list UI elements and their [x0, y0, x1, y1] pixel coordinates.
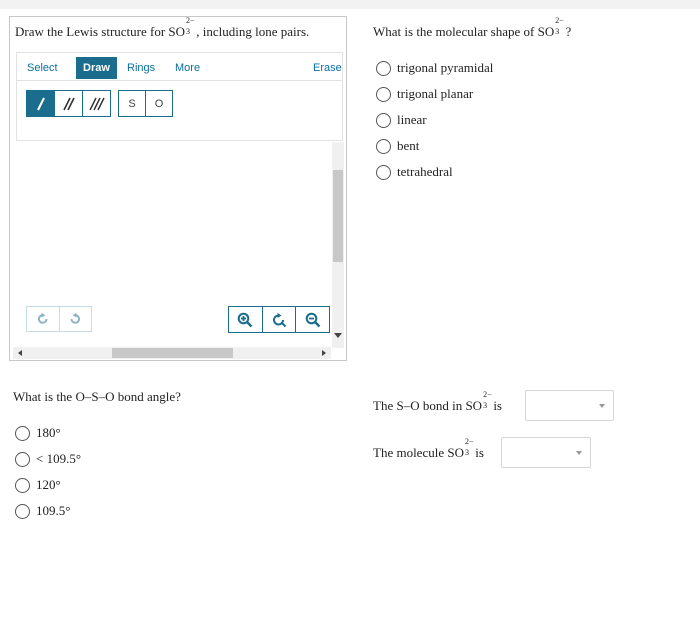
prompt-text-end: is [493, 398, 502, 413]
option-label: bent [397, 138, 420, 153]
scroll-left-arrow-icon[interactable] [18, 350, 22, 356]
redo-button[interactable] [60, 307, 92, 331]
atom-o-button[interactable]: O [146, 91, 172, 116]
erase-button[interactable]: Erase [306, 57, 349, 79]
shape-question-prompt: What is the molecular shape of SO 2− 3 ? [373, 17, 572, 40]
double-bond-button[interactable] [55, 91, 83, 116]
prompt-text: The molecule SO [373, 445, 464, 460]
radio-button[interactable] [376, 138, 391, 154]
formula-charge: 2− 3 [464, 438, 474, 457]
zoom-in-button[interactable] [229, 307, 263, 332]
tab-draw[interactable]: Draw [76, 57, 117, 79]
radio-button[interactable] [376, 112, 391, 128]
prompt-text-end: , including lone pairs. [196, 24, 310, 39]
prompt-text: Draw the Lewis structure for SO [15, 24, 186, 39]
option-label: < 109.5° [36, 451, 82, 466]
atom-tools: S O [118, 90, 173, 117]
angle-option-120[interactable]: 120° [15, 472, 81, 498]
horizontal-scroll-thumb[interactable] [112, 348, 233, 358]
bond-statement-prompt: The S–O bond in SO 2− 3 is [373, 391, 502, 414]
reset-zoom-button[interactable] [263, 307, 297, 332]
radio-button[interactable] [15, 477, 30, 493]
molecule-statement-prompt: The molecule SO 2− 3 is [373, 438, 484, 461]
triple-bond-icon [88, 97, 105, 110]
radio-button[interactable] [376, 60, 391, 76]
undo-redo-group [26, 306, 92, 332]
zoom-out-icon [305, 312, 321, 327]
undo-icon [37, 312, 48, 324]
redo-icon [70, 312, 81, 324]
tab-more[interactable]: More [168, 57, 207, 79]
superscript: 2− [555, 16, 564, 25]
shape-option-trigonal-planar[interactable]: trigonal planar [376, 81, 493, 107]
superscript: 2− [483, 390, 492, 399]
angle-question-prompt: What is the O–S–O bond angle? [13, 389, 181, 404]
single-bond-icon [36, 97, 45, 110]
radio-button[interactable] [15, 451, 30, 467]
triple-bond-button[interactable] [83, 91, 110, 116]
tab-rings[interactable]: Rings [120, 57, 162, 79]
superscript: 2− [464, 437, 474, 446]
radio-button[interactable] [376, 164, 391, 180]
option-label: trigonal planar [397, 86, 474, 101]
chevron-down-icon [576, 451, 582, 455]
prompt-text-end: is [475, 445, 484, 460]
radio-button[interactable] [15, 503, 30, 519]
option-label: tetrahedral [397, 164, 453, 179]
angle-option-less-109-5[interactable]: < 109.5° [15, 446, 81, 472]
prompt-text: What is the molecular shape of SO [373, 24, 555, 39]
scroll-down-arrow-icon[interactable] [334, 333, 342, 338]
atom-s-button[interactable]: S [119, 91, 146, 116]
zoom-controls [228, 306, 330, 333]
superscript: 2− [186, 16, 195, 25]
prompt-text-end: ? [565, 24, 572, 39]
toolbar-tabs: Select Draw Rings More Erase [17, 53, 342, 81]
prompt-text: The S–O bond in SO [373, 398, 483, 413]
radio-button[interactable] [376, 86, 391, 102]
formula-charge: 2− 3 [554, 17, 564, 36]
option-label: trigonal pyramidal [397, 60, 494, 75]
angle-option-180[interactable]: 180° [15, 420, 81, 446]
angle-options: 180° < 109.5° 120° 109.5° [15, 420, 81, 524]
undo-button[interactable] [27, 307, 60, 331]
bond-type-dropdown[interactable] [525, 390, 614, 421]
formula-charge: 2− 3 [185, 17, 195, 36]
vertical-scroll-thumb[interactable] [333, 170, 343, 262]
draw-question-prompt: Draw the Lewis structure for SO 2− 3 , inc… [15, 17, 310, 40]
subscript: 3 [186, 27, 191, 36]
drawing-toolbar: Select Draw Rings More Erase S O [16, 52, 343, 141]
top-bar [0, 0, 700, 9]
scroll-right-arrow-icon[interactable] [322, 350, 326, 356]
vertical-scrollbar[interactable] [332, 142, 344, 348]
double-bond-icon [62, 97, 75, 110]
reset-zoom-icon [273, 312, 287, 327]
zoom-in-icon [238, 312, 253, 327]
angle-option-109-5[interactable]: 109.5° [15, 498, 81, 524]
shape-options: trigonal pyramidal trigonal planar linea… [376, 55, 493, 185]
subscript: 3 [555, 27, 560, 36]
shape-option-bent[interactable]: bent [376, 133, 493, 159]
lewis-drawing-panel: Draw the Lewis structure for SO 2− 3 , inc… [9, 16, 347, 361]
option-label: 109.5° [36, 503, 71, 518]
horizontal-scrollbar[interactable] [13, 347, 331, 359]
shape-option-trigonal-pyramidal[interactable]: trigonal pyramidal [376, 55, 493, 81]
molecule-polarity-dropdown[interactable] [501, 437, 591, 468]
subscript: 3 [483, 401, 488, 410]
shape-option-linear[interactable]: linear [376, 107, 493, 133]
formula-charge: 2− 3 [482, 391, 492, 410]
shape-option-tetrahedral[interactable]: tetrahedral [376, 159, 493, 185]
bond-tools [26, 90, 111, 117]
subscript: 3 [464, 448, 469, 457]
zoom-out-button[interactable] [296, 307, 329, 332]
tab-select[interactable]: Select [20, 57, 65, 79]
chevron-down-icon [599, 404, 605, 408]
option-label: 120° [36, 477, 61, 492]
option-label: 180° [36, 425, 61, 440]
radio-button[interactable] [15, 425, 30, 441]
single-bond-button[interactable] [27, 91, 55, 116]
option-label: linear [397, 112, 427, 127]
